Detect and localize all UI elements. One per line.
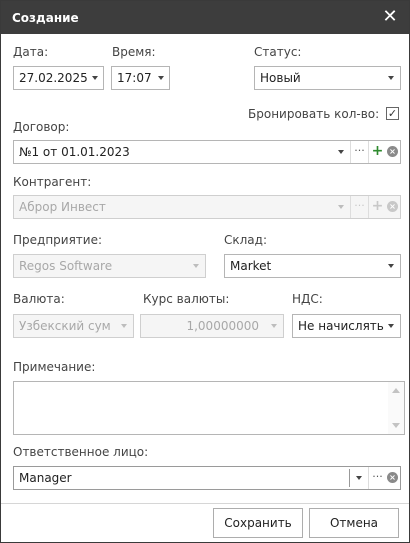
date-field[interactable]: 27.02.2025 (13, 66, 104, 90)
contract-value: №1 от 01.01.2023 (19, 145, 130, 159)
more-icon[interactable]: ··· (368, 467, 386, 489)
cancel-button[interactable]: Отмена (309, 508, 399, 538)
more-icon: ··· (350, 196, 368, 218)
enterprise-label: Предприятие: (13, 233, 103, 247)
chevron-down-icon[interactable] (158, 76, 164, 80)
chevron-down-icon (121, 324, 127, 328)
vat-label: НДС: (292, 292, 323, 306)
clear-icon[interactable]: × (387, 146, 398, 157)
create-dialog: Создание ✕ Дата: 27.02.2025 Время: 17:07… (0, 0, 410, 543)
clear-icon[interactable]: × (387, 472, 398, 483)
chevron-down-icon[interactable] (356, 476, 362, 480)
rate-value: 1,00000000 (186, 319, 259, 333)
clear-icon: × (387, 201, 398, 212)
more-icon[interactable]: ··· (350, 141, 368, 163)
warehouse-value: Market (230, 259, 272, 273)
currency-value: Узбекский сум (19, 319, 111, 333)
contract-label: Договор: (13, 120, 70, 134)
chevron-down-icon[interactable] (92, 76, 98, 80)
scroll-down-icon[interactable] (392, 423, 400, 428)
date-label: Дата: (13, 45, 49, 59)
responsible-field[interactable]: Manager ··· × (13, 466, 401, 490)
currency-select: Узбекский сум (13, 314, 134, 338)
date-value: 27.02.2025 (19, 71, 88, 85)
counterparty-value: Аброр Инвест (19, 200, 106, 214)
warehouse-select[interactable]: Market (224, 254, 401, 278)
note-textarea[interactable] (13, 381, 405, 435)
title-bar: Создание ✕ (1, 1, 409, 34)
enterprise-value: Regos Software (19, 259, 113, 273)
responsible-label: Ответственное лицо: (13, 445, 149, 459)
chevron-down-icon[interactable] (388, 264, 394, 268)
chevron-down-icon[interactable] (388, 324, 394, 328)
chevron-down-icon[interactable] (388, 76, 394, 80)
chevron-down-icon (193, 264, 199, 268)
time-value: 17:07 (117, 71, 152, 85)
contract-field[interactable]: №1 от 01.01.2023 ··· + × (13, 140, 401, 164)
time-label: Время: (112, 45, 156, 59)
warehouse-label: Склад: (224, 233, 267, 247)
vat-value: Не начислять (298, 319, 384, 333)
counterparty-label: Контрагент: (13, 175, 92, 189)
vat-select[interactable]: Не начислять (292, 314, 401, 338)
chevron-down-icon (271, 324, 277, 328)
chevron-down-icon (338, 205, 344, 209)
add-icon: + (368, 196, 386, 218)
field-divider (349, 469, 350, 487)
scroll-up-icon[interactable] (392, 388, 400, 393)
reserve-label: Бронировать кол-во: (248, 107, 380, 121)
time-field[interactable]: 17:07 (111, 66, 170, 90)
responsible-value: Manager (19, 471, 72, 485)
reserve-checkbox[interactable]: ✓ (386, 107, 399, 120)
status-label: Статус: (254, 45, 302, 59)
currency-label: Валюта: (13, 292, 65, 306)
chevron-down-icon[interactable] (338, 150, 344, 154)
note-label: Примечание: (13, 360, 96, 374)
rate-label: Курс валюты: (143, 292, 230, 306)
note-scrollbar[interactable] (388, 382, 404, 434)
save-button[interactable]: Сохранить (213, 508, 303, 538)
enterprise-select: Regos Software (13, 254, 206, 278)
status-value: Новый (260, 71, 301, 85)
counterparty-field: Аброр Инвест ··· + × (13, 195, 401, 219)
rate-field: 1,00000000 (140, 314, 284, 338)
footer-divider (1, 503, 409, 504)
close-icon[interactable]: ✕ (381, 7, 399, 27)
add-icon[interactable]: + (368, 141, 386, 163)
status-select[interactable]: Новый (254, 66, 401, 90)
dialog-title: Создание (12, 11, 79, 25)
